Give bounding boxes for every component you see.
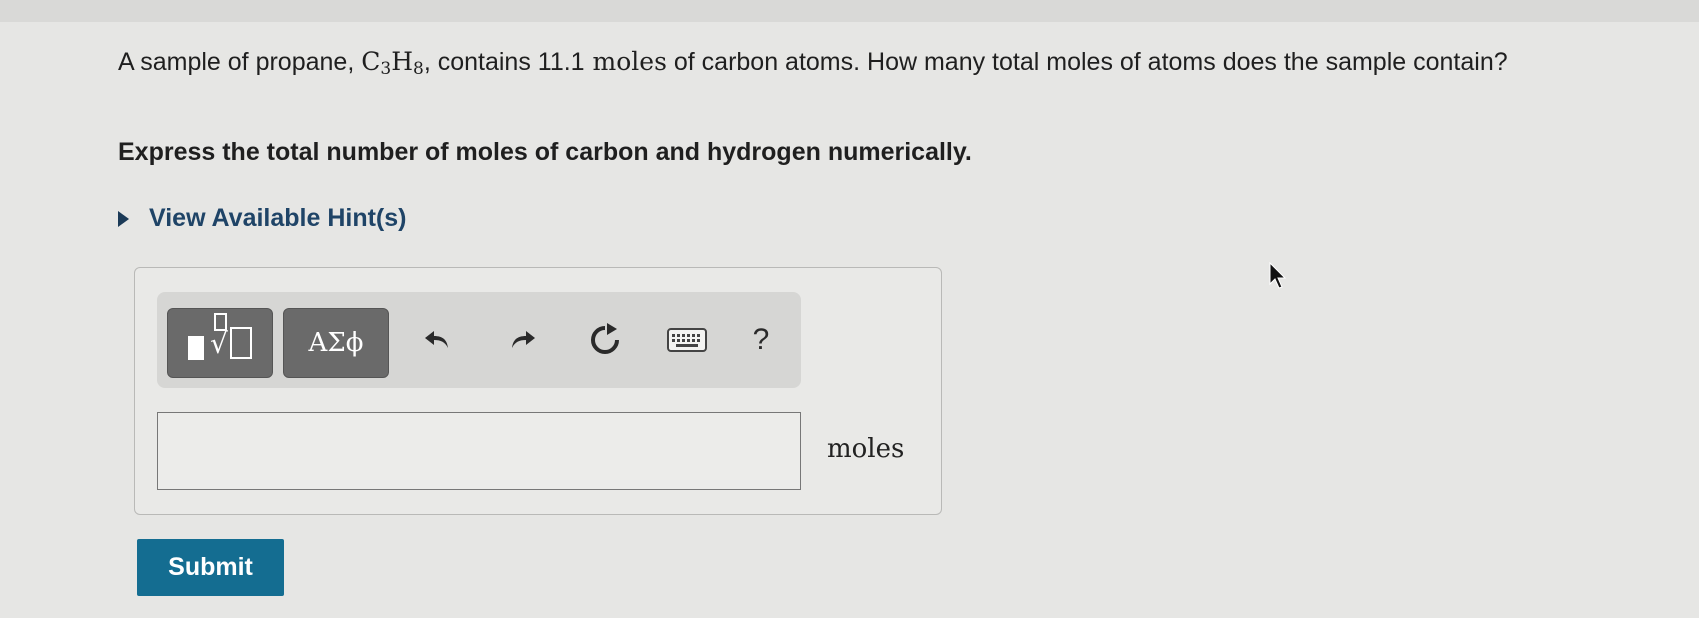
formula-hydrogen: H [391,47,413,76]
caret-right-icon [118,210,129,227]
formula-carbon-subscript: 3 [380,59,392,79]
redo-icon[interactable] [503,320,543,360]
undo-icon[interactable] [417,320,457,360]
formula-carbon: C [361,47,381,76]
root-template-icon: √ [210,312,252,360]
question-text-part1: A sample of propane, [118,48,362,76]
instruction-text: Express the total number of moles of car… [118,138,972,166]
formula-hydrogen-subscript: 8 [413,59,424,79]
math-toolbar: √ ΑΣϕ ? [157,292,801,388]
reset-icon[interactable] [585,320,625,360]
question-text: A sample of propane, C3H8, contains 11.1… [118,44,1578,80]
top-strip [0,0,1699,22]
view-hints-toggle[interactable]: View Available Hint(s) [118,204,406,233]
greek-symbols-button[interactable]: ΑΣϕ [283,308,389,378]
submit-button[interactable]: Submit [137,539,284,596]
keyboard-icon[interactable] [667,320,707,360]
templates-icon [188,336,205,360]
carbon-moles-value: 11.1 [537,48,585,76]
question-text-part2: , contains [423,48,538,76]
help-button[interactable]: ? [741,320,781,360]
question-content: A sample of propane, C3H8, contains 11.1… [118,44,1598,232]
answer-panel: √ ΑΣϕ ? moles [134,267,942,515]
question-text-part4: of carbon atoms. How many total moles of… [666,48,1508,76]
answer-unit-label: moles [827,434,905,464]
propane-formula: C3H8 [361,47,424,79]
mouse-pointer-icon [1268,261,1290,295]
answer-input[interactable] [157,412,801,490]
moles-unit-text: moles [584,47,667,76]
view-hints-label: View Available Hint(s) [149,204,407,232]
templates-button[interactable]: √ [167,308,273,378]
